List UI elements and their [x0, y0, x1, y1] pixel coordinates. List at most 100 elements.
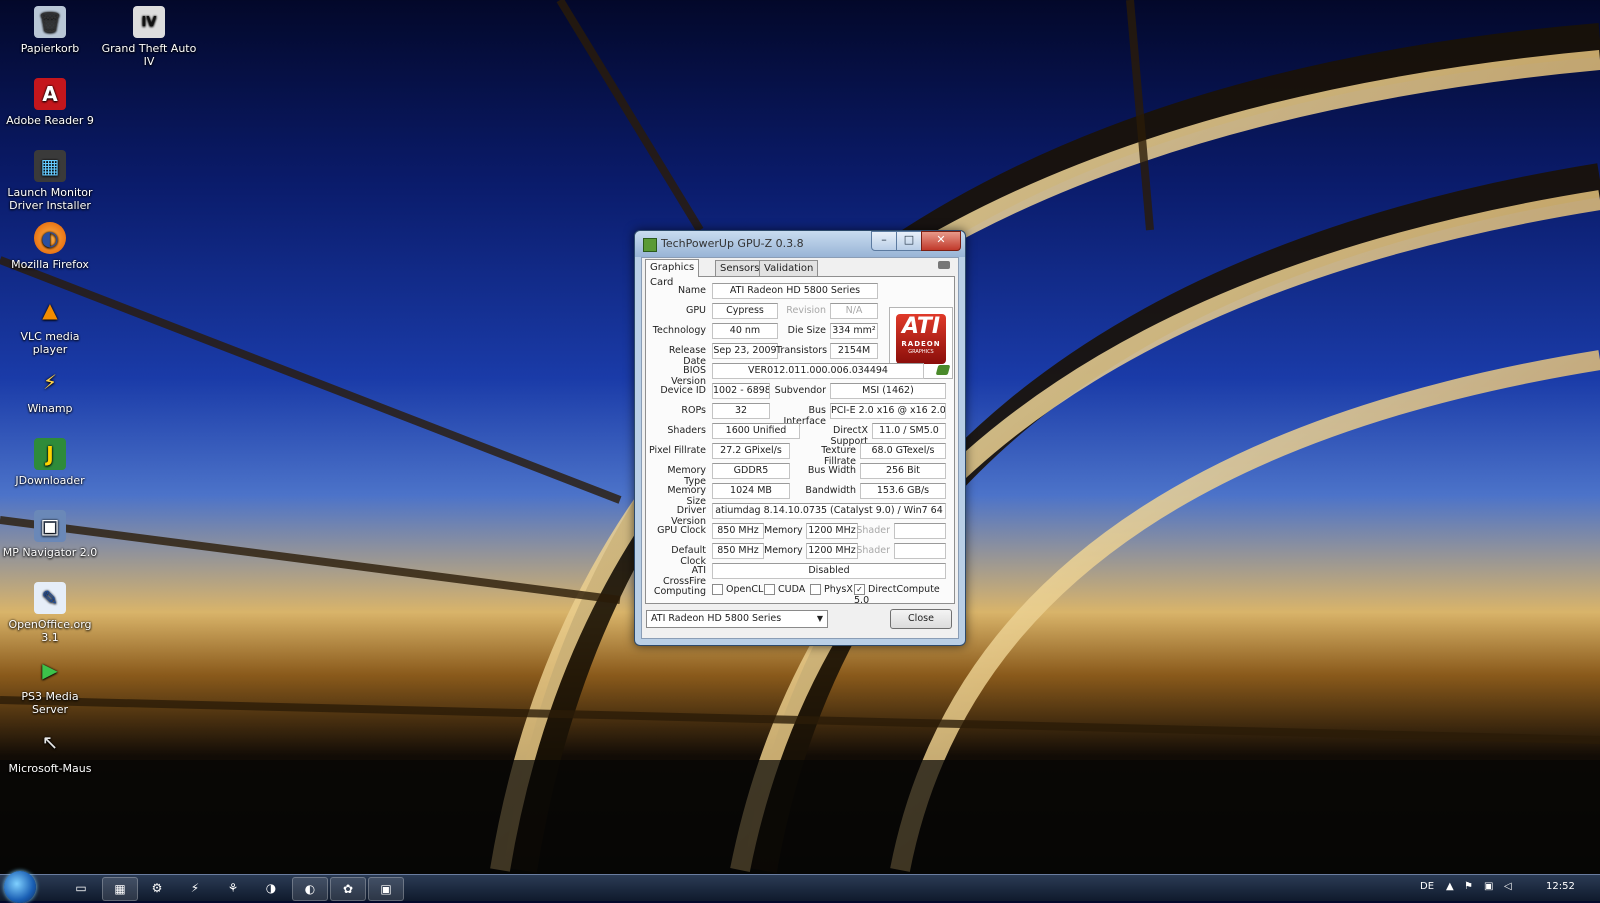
cuda-checkbox[interactable]: CUDA: [764, 584, 805, 595]
name-value: ATI Radeon HD 5800 Series: [712, 283, 878, 299]
openoffice-icon: ✎: [34, 582, 66, 614]
bios-version-label: BIOS Version: [671, 365, 706, 387]
taskbar-winamp-icon[interactable]: ⚡: [178, 877, 212, 899]
rops-value: 32: [712, 403, 770, 419]
physx-checkbox[interactable]: PhysX: [810, 584, 853, 595]
screenshot-camera-icon[interactable]: [938, 261, 950, 269]
desktop-icon-gta-iv[interactable]: IV Grand Theft Auto IV: [101, 6, 197, 68]
default-shader-label: Shader: [856, 545, 890, 556]
desktop-icon-label: PS3 Media Server: [21, 690, 79, 716]
desktop-icon-label: JDownloader: [15, 474, 85, 487]
desktop-icon-recycle-bin[interactable]: 🗑 Papierkorb: [2, 6, 98, 55]
directx-value: 11.0 / SM5.0: [872, 423, 946, 439]
network-tray-icon[interactable]: ▣: [1484, 881, 1493, 892]
gpu-clock-value: 850 MHz: [712, 523, 764, 539]
directx-label: DirectX Support: [830, 425, 868, 447]
desktop-icon-label: VLC media player: [20, 330, 80, 356]
taskbar-app-icon[interactable]: ◑: [254, 877, 288, 899]
desktop-icon-mp-navigator[interactable]: ▣ MP Navigator 2.0: [2, 510, 98, 559]
default-clock-value: 850 MHz: [712, 543, 764, 559]
memory-type-label: Memory Type: [667, 465, 706, 487]
desktop-icon-microsoft-maus[interactable]: ↖ Microsoft-Maus: [2, 726, 98, 775]
taskbar: ▭ ▦ ⚙ ⚡ ⚘ ◑ ◐ ✿ ▣ DE ▲ ⚑ ▣ ◁ 12:52: [0, 871, 1600, 903]
minimize-button[interactable]: –: [871, 231, 897, 251]
gpu-clock-label: GPU Clock: [657, 525, 706, 536]
logo-line1: RADEON: [901, 340, 941, 348]
desktop-icon-label: Adobe Reader 9: [6, 114, 94, 127]
memory-size-label: Memory Size: [667, 485, 706, 507]
recycle-bin-icon: 🗑: [34, 6, 66, 38]
technology-value: 40 nm: [712, 323, 778, 339]
subvendor-value: MSI (1462): [830, 383, 946, 399]
desktop-icon-openoffice[interactable]: ✎ OpenOffice.org 3.1: [2, 582, 98, 644]
crossfire-value: Disabled: [712, 563, 946, 579]
taskbar-gpuz-icon[interactable]: ▣: [368, 877, 404, 901]
vlc-icon: ▲: [42, 298, 58, 322]
bus-width-label: Bus Width: [807, 465, 856, 476]
taskbar-show-desktop-icon[interactable]: ▭: [64, 877, 98, 899]
mouse-icon: ↖: [41, 730, 59, 754]
show-hidden-icons-icon[interactable]: ▲: [1446, 881, 1454, 892]
texture-fillrate-label: Texture Fillrate: [821, 445, 856, 467]
close-button[interactable]: Close: [890, 609, 952, 629]
computing-label: Computing: [653, 586, 706, 597]
volume-icon[interactable]: ◁: [1504, 881, 1512, 892]
tab-graphics-card[interactable]: Graphics Card: [645, 259, 700, 288]
desktop-icon-label: Launch Monitor Driver Installer: [7, 186, 93, 212]
logo-brand: ATI: [901, 314, 941, 339]
checkbox-box: [712, 584, 723, 595]
desktop-icon-adobe-reader[interactable]: A Adobe Reader 9: [2, 78, 98, 127]
desktop-icon-vlc[interactable]: ▲ VLC media player: [2, 294, 98, 356]
window-titlebar[interactable]: TechPowerUp GPU-Z 0.3.8 – □ ✕: [635, 231, 965, 257]
opencl-checkbox[interactable]: OpenCL: [712, 584, 763, 595]
maximize-button[interactable]: □: [896, 231, 922, 251]
default-clock-label: Default Clock: [671, 545, 706, 567]
desktop-icon-label: Mozilla Firefox: [11, 258, 89, 271]
desktop-icon-ps3-media-server[interactable]: ▶ PS3 Media Server: [2, 654, 98, 716]
taskbar-firefox-icon[interactable]: ◐: [292, 877, 328, 901]
language-indicator[interactable]: DE: [1420, 881, 1434, 892]
card-select-dropdown[interactable]: ATI Radeon HD 5800 Series ▼: [646, 610, 828, 628]
texture-fillrate-value: 68.0 GTexel/s: [860, 443, 946, 459]
die-size-value: 334 mm²: [830, 323, 878, 339]
directcompute-checkbox[interactable]: ✓ DirectCompute 5.0: [854, 584, 954, 606]
gpu-value: Cypress: [712, 303, 778, 319]
desktop-icon-label: Grand Theft Auto IV: [101, 42, 197, 68]
desktop-icon-label: MP Navigator 2.0: [2, 546, 98, 559]
desktop-icon-label: Microsoft-Maus: [8, 762, 92, 775]
mp-navigator-icon: ▣: [34, 510, 66, 542]
desktop-icon-launch-monitor[interactable]: ▦ Launch Monitor Driver Installer: [2, 150, 98, 212]
device-id-label: Device ID: [660, 385, 706, 396]
tab-validation[interactable]: Validation: [759, 260, 819, 276]
taskbar-app2-icon[interactable]: ✿: [330, 877, 366, 901]
desktop-icon-winamp[interactable]: ⚡ Winamp: [2, 366, 98, 415]
winamp-icon: ⚡: [42, 370, 58, 394]
subvendor-label: Subvendor: [774, 385, 826, 396]
taskbar-network-icon[interactable]: ⚙: [140, 877, 174, 899]
start-button[interactable]: [4, 871, 36, 903]
checkbox-label: DirectCompute 5.0: [854, 584, 940, 606]
bandwidth-value: 153.6 GB/s: [860, 483, 946, 499]
release-date-value: Sep 23, 2009: [712, 343, 778, 359]
default-memory-label: Memory: [764, 545, 803, 556]
driver-version-label: Driver Version: [671, 505, 706, 527]
card-select-value: ATI Radeon HD 5800 Series: [651, 613, 782, 624]
shaders-label: Shaders: [667, 425, 706, 436]
desktop-icon-firefox[interactable]: ◐ Mozilla Firefox: [2, 222, 98, 271]
rops-label: ROPs: [681, 405, 706, 416]
taskbar-explorer-icon[interactable]: ▦: [102, 877, 138, 901]
crossfire-label: ATI CrossFire: [663, 565, 706, 587]
gpu-shader-clock-value: [894, 523, 946, 539]
tab-sensors[interactable]: Sensors: [715, 260, 765, 276]
close-window-button[interactable]: ✕: [921, 231, 961, 251]
checkbox-label: PhysX: [824, 584, 853, 595]
window-client: Graphics Card Sensors Validation Name AT…: [641, 257, 959, 639]
desktop-icon-jdownloader[interactable]: J JDownloader: [2, 438, 98, 487]
checkbox-box: ✓: [854, 584, 865, 595]
memory-type-value: GDDR5: [712, 463, 790, 479]
action-center-flag-icon[interactable]: ⚑: [1464, 881, 1473, 892]
taskbar-steam-icon[interactable]: ⚘: [216, 877, 250, 899]
checkbox-box: [764, 584, 775, 595]
monitor-driver-icon: ▦: [34, 150, 66, 182]
clock[interactable]: 12:52: [1546, 881, 1575, 892]
